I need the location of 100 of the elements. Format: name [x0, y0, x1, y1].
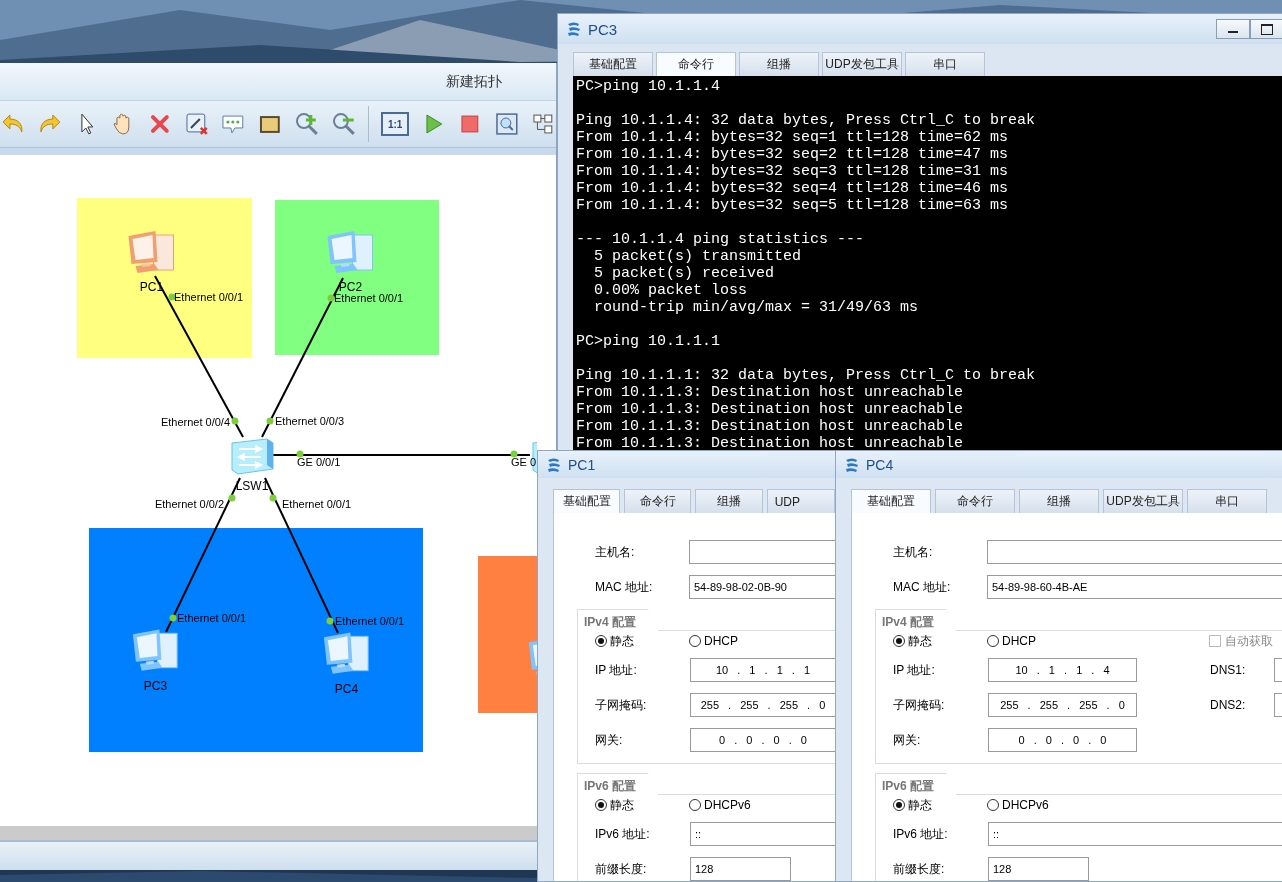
input-field[interactable]: 255 . 255 . 255 . 0 [690, 693, 835, 717]
input-field[interactable]: 54-89-98-02-0B-90 [689, 575, 835, 599]
field-label: 主机名: [893, 543, 934, 561]
window-title: 新建拓扑 [446, 72, 502, 91]
field-label: IPv6 地址: [595, 825, 651, 843]
terminal-line: 5 packet(s) transmitted [593, 248, 803, 265]
input-field[interactable]: :: [690, 822, 835, 846]
tab[interactable]: 基础配置 [573, 52, 653, 76]
tab[interactable]: 基础配置 [553, 489, 621, 513]
radio-button[interactable]: 静态 [595, 796, 689, 814]
field-label: 子网掩码: [893, 696, 946, 714]
capture-icon[interactable] [493, 111, 520, 137]
tab[interactable]: 串口 [1187, 489, 1267, 513]
radio-button[interactable]: 静态 [595, 632, 689, 650]
terminal-line: From 10.1.1.4: bytes=32 seq=3 ttl=128 time=31 ms [576, 163, 1010, 180]
port-label: GE 0 [511, 456, 537, 469]
input-field[interactable]: 0 . 0 . 0 . 0 [988, 728, 1137, 752]
switch-icon[interactable] [229, 435, 275, 477]
window-title: PC3 [588, 20, 618, 38]
terminal-line: Ping 10.1.1.4: 32 data bytes, Press Ctrl_C to break [576, 112, 1037, 129]
maximize-button[interactable] [1250, 19, 1282, 39]
terminal-line: PC>ping 10.1.1.1 [576, 333, 722, 350]
terminal-line: From 10.1.1.4: bytes=32 seq=2 ttl=128 time=47 ms [576, 146, 1010, 163]
port-label: Ethernet 0/0/4 [160, 416, 230, 429]
tab[interactable]: 命令行 [935, 489, 1015, 513]
input-field[interactable]: 10 . 1 . 1 . 4 [988, 658, 1137, 682]
tab[interactable]: 命令行 [656, 52, 736, 76]
port-label: Ethernet 0/0/2 [154, 498, 224, 511]
input-field[interactable]: 255 . 255 . 255 . 0 [988, 693, 1137, 717]
field-label: MAC 地址: [893, 578, 952, 596]
port-label: Ethernet 0/0/1 [282, 498, 352, 511]
port-label: Ethernet 0/0/1 [334, 292, 404, 305]
input-field[interactable]: 54-89-98-60-4B-AE [987, 575, 1282, 599]
field-label: 网关: [893, 731, 922, 749]
terminal-line: 0.00% packet loss [593, 282, 749, 299]
input-field[interactable]: 10 . 1 . 1 . 1 [690, 658, 835, 682]
terminal-line: round-trip min/avg/max = 31/49/63 ms [593, 299, 920, 316]
port-label: Ethernet 0/0/1 [177, 612, 247, 625]
radio-button[interactable]: DHCPv6 [987, 798, 1049, 812]
zoom-in-icon[interactable] [293, 111, 320, 137]
field-label: IP 地址: [893, 661, 936, 679]
zoom-out-icon[interactable] [330, 111, 357, 137]
terminal-line: --- 10.1.1.4 ping statistics --- [576, 231, 866, 248]
input-field[interactable]: 128 [690, 857, 791, 881]
device-label: PC2 [338, 280, 363, 294]
terminal-line: From 10.1.1.3: Destination host unreachable [576, 401, 965, 418]
input-field[interactable] [1274, 693, 1282, 717]
terminal-line: From 10.1.1.3: Destination host unreachable [576, 435, 965, 452]
radio-button[interactable]: 静态 [893, 796, 987, 814]
terminal-line: From 10.1.1.4: bytes=32 seq=4 ttl=128 time=46 ms [576, 180, 1010, 197]
fit-button[interactable]: 1:1 [381, 112, 410, 136]
radio-button[interactable]: DHCP [689, 634, 738, 648]
tab[interactable]: UDP发包工具 [822, 52, 902, 76]
field-label: IPv6 地址: [893, 825, 949, 843]
tab[interactable]: 基础配置 [851, 489, 931, 513]
tab[interactable]: UDP发包工具 [1103, 489, 1183, 513]
tab[interactable]: 组播 [739, 52, 819, 76]
terminal-line: From 10.1.1.4: bytes=32 seq=1 ttl=128 time=62 ms [576, 129, 1010, 146]
radio-button[interactable]: 静态 [893, 632, 987, 650]
device-label: LSW1 [235, 479, 269, 493]
terminal-line: 5 packet(s) received [593, 265, 776, 282]
minimize-button[interactable] [1216, 19, 1250, 39]
input-field[interactable] [987, 540, 1282, 564]
link-line[interactable] [271, 454, 531, 456]
window-icon [844, 456, 860, 473]
field-label: 子网掩码: [595, 696, 648, 714]
port-label: Ethernet 0/0/1 [335, 615, 405, 628]
delete-link-icon[interactable] [183, 111, 210, 137]
window-icon [546, 456, 562, 473]
field-label: DNS1: [1210, 663, 1247, 677]
port-label: GE 0/0/1 [297, 456, 341, 469]
field-label: 主机名: [595, 543, 636, 561]
input-field[interactable] [1274, 658, 1282, 682]
port-label: Ethernet 0/0/1 [174, 291, 244, 304]
window-title: PC4 [866, 456, 894, 473]
field-label: 前缀长度: [595, 860, 648, 878]
radio-button[interactable]: DHCPv6 [689, 798, 751, 812]
input-field[interactable] [689, 540, 835, 564]
field-label: DNS2: [1210, 698, 1247, 712]
terminal-line: From 10.1.1.3: Destination host unreachable [576, 384, 965, 401]
field-label: 网关: [595, 731, 624, 749]
tab[interactable]: 组播 [1019, 489, 1099, 513]
device-label: PC4 [334, 682, 359, 696]
terminal-line: Ping 10.1.1.1: 32 data bytes, Press Ctrl_C to break [576, 367, 1037, 384]
field-label: MAC 地址: [595, 578, 654, 596]
window-icon [566, 21, 582, 37]
input-field[interactable]: :: [988, 822, 1282, 846]
window-title: PC1 [568, 456, 596, 473]
terminal-line: From 10.1.1.3: Destination host unreachable [576, 418, 965, 435]
port-label: Ethernet 0/0/3 [275, 415, 345, 428]
terminal-line: PC>ping 10.1.1.4 [576, 78, 722, 95]
field-label: IP 地址: [595, 661, 638, 679]
tab[interactable]: 串口 [905, 52, 985, 76]
input-field[interactable]: 128 [988, 857, 1089, 881]
tab[interactable]: UDP [766, 489, 835, 513]
terminal-line: From 10.1.1.4: bytes=32 seq=5 ttl=128 time=63 ms [576, 197, 1010, 214]
input-field[interactable]: 0 . 0 . 0 . 0 [690, 728, 835, 752]
radio-button[interactable]: DHCP [987, 634, 1036, 648]
tab[interactable]: 命令行 [624, 489, 692, 513]
tab[interactable]: 组播 [695, 489, 763, 513]
